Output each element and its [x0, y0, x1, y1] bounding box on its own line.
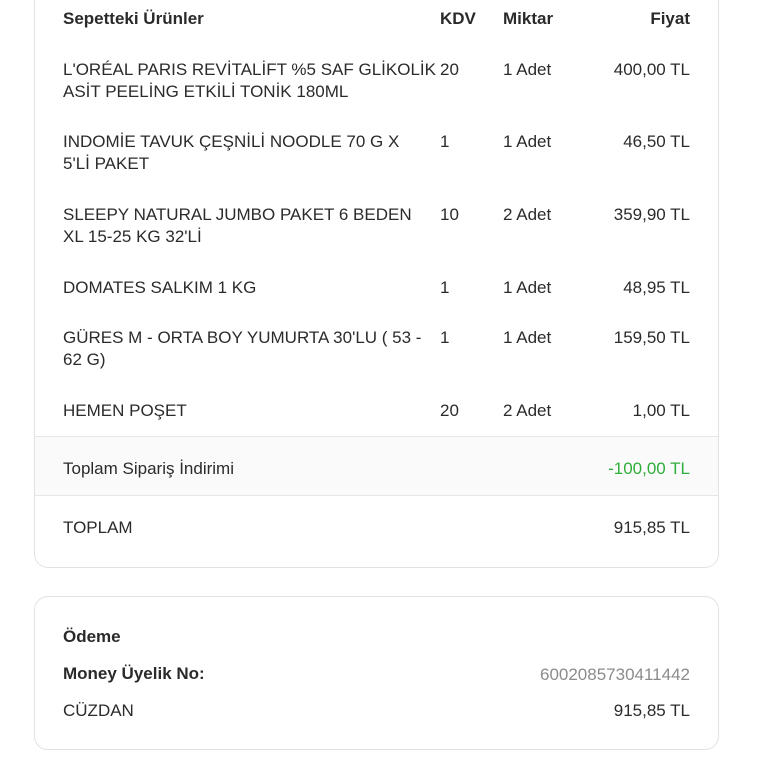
item-kdv: 20 [440, 401, 459, 420]
item-quantity: 2 Adet [503, 205, 552, 224]
item-quantity: 2 Adet [503, 401, 552, 420]
item-kdv: 20 [440, 60, 459, 79]
item-kdv: 10 [440, 205, 459, 224]
item-name: HEMEN POŞET [63, 401, 187, 420]
payment-method-label: CÜZDAN [63, 701, 134, 720]
payment-card: Ödeme Money Üyelik No: 6002085730411442 … [34, 596, 719, 750]
discount-label: Toplam Sipariş İndirimi [63, 459, 234, 478]
total-value: 915,85 TL [613, 518, 690, 537]
products-header: Sepetteki Ürünler [63, 9, 204, 28]
item-name: INDOMİE TAVUK ÇEŞNİLİ NOODLE 70 G X 5'Lİ… [63, 132, 400, 173]
kdv-header: KDV [440, 9, 476, 28]
quantity-header: Miktar [503, 9, 554, 28]
item-price: 48,95 TL [623, 278, 690, 297]
discount-value: -100,00 TL [608, 459, 690, 478]
item-quantity: 1 Adet [503, 132, 552, 151]
item-quantity: 1 Adet [503, 278, 552, 297]
discount-row: Toplam Sipariş İndirimi -100,00 TL [35, 437, 718, 495]
item-price: 400,00 TL [613, 60, 690, 79]
item-kdv: 1 [440, 328, 450, 347]
total-label: TOPLAM [63, 518, 133, 537]
item-price: 159,50 TL [613, 328, 690, 347]
item-quantity: 1 Adet [503, 328, 552, 347]
item-name: L'ORÉAL PARIS REVİTALİFT %5 SAF GLİKOLİK… [63, 60, 436, 101]
member-no-label: Money Üyelik No: [63, 664, 205, 683]
payment-method-value: 915,85 TL [613, 701, 690, 720]
item-kdv: 1 [440, 132, 450, 151]
item-kdv: 1 [440, 278, 450, 297]
item-name: SLEEPY NATURAL JUMBO PAKET 6 BEDEN XL 15… [63, 205, 412, 246]
payment-title: Ödeme [63, 627, 121, 646]
item-price: 1,00 TL [632, 401, 690, 420]
cart-card: Sepetteki Ürünler KDV Miktar Fiyat L'ORÉ… [34, 0, 719, 568]
member-no-value: 6002085730411442 [539, 665, 690, 684]
item-price: 46,50 TL [623, 132, 690, 151]
item-name: DOMATES SALKIM 1 KG [63, 278, 257, 297]
item-price: 359,90 TL [613, 205, 690, 224]
price-header: Fiyat [650, 9, 690, 28]
item-name: GÜRES M - ORTA BOY YUMURTA 30'LU ( 53 - … [63, 328, 422, 369]
item-quantity: 1 Adet [503, 60, 552, 79]
total-divider [35, 495, 718, 496]
